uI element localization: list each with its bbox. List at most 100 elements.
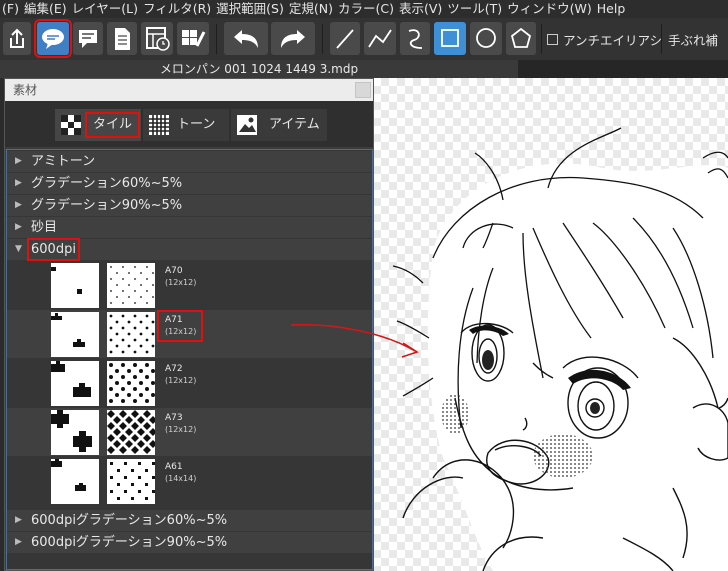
tile-pattern-preview: [107, 459, 155, 504]
tab-tone[interactable]: トーン: [143, 109, 229, 141]
speech-balloon-button[interactable]: [34, 19, 72, 58]
chat-icon: [79, 30, 97, 48]
ellipse-tool-button[interactable]: [470, 22, 502, 55]
tab-item[interactable]: アイテム: [231, 109, 327, 141]
tree-group-gradation-60[interactable]: ▶ グラデーション60%~5%: [7, 173, 372, 194]
antialias-label: アンチエイリアシ: [563, 33, 663, 48]
toolbar-separator: [661, 24, 662, 54]
tile-icon: [61, 115, 81, 135]
menu-view[interactable]: 表示(V): [397, 0, 445, 18]
panel-close-button[interactable]: [355, 82, 371, 98]
tree-group-label: 600dpiグラデーション90%~5%: [31, 535, 228, 550]
menu-tool[interactable]: ツール(T): [445, 0, 505, 18]
tile-thumbnail: [51, 263, 99, 308]
tree-group-label: 600dpi: [27, 238, 80, 261]
material-size: (12x12): [165, 327, 197, 336]
edit-grid-button[interactable]: [177, 22, 209, 55]
material-size: (12x12): [165, 376, 197, 385]
tree-group-amitone[interactable]: ▶ アミトーン: [7, 151, 372, 172]
rectangle-tool-button[interactable]: [434, 22, 466, 55]
tree-group-gradation-90[interactable]: ▶ グラデーション90%~5%: [7, 195, 372, 216]
ellipse-icon: [476, 28, 496, 48]
comment-button[interactable]: [73, 22, 103, 55]
expand-arrow-icon: ▶: [15, 200, 22, 210]
item-icon: [237, 115, 257, 135]
material-item-a61[interactable]: A61 (14x14): [7, 457, 372, 505]
expand-arrow-icon: ▶: [15, 178, 22, 188]
material-tabs: タイル トーン アイテム: [5, 101, 373, 147]
canvas[interactable]: [373, 78, 728, 571]
tile-thumbnail: [51, 312, 99, 357]
material-size: (12x12): [165, 278, 197, 287]
expand-arrow-icon: ▶: [15, 156, 22, 166]
tab-item-label: アイテム: [269, 117, 320, 132]
clip-studio-window: (F) 編集(E) レイヤー(L) フィルタ(R) 選択範囲(S) 定規(N) カラー(C)…: [0, 0, 728, 571]
tile-pattern-preview: [107, 312, 155, 357]
material-name: A72: [165, 364, 183, 374]
undo-button[interactable]: [224, 22, 268, 55]
tile-thumbnail: [51, 410, 99, 455]
layout-icon: [146, 27, 170, 51]
material-name: A71: [165, 315, 183, 325]
rectangle-icon: [441, 29, 459, 47]
expand-arrow-icon: ▶: [15, 537, 22, 547]
polyline-tool-button[interactable]: [364, 22, 396, 55]
menu-edit[interactable]: 編集(E): [22, 0, 70, 18]
menu-filter[interactable]: フィルタ(R): [141, 0, 214, 18]
tree-group-600dpi-gradation-90[interactable]: ▶ 600dpiグラデーション90%~5%: [7, 532, 372, 553]
polygon-icon: [510, 27, 532, 48]
tab-tone-label: トーン: [177, 117, 216, 132]
tree-group-label: グラデーション90%~5%: [31, 198, 183, 213]
expand-arrow-icon: ▶: [15, 515, 22, 525]
material-name: A73: [165, 413, 183, 423]
material-item-a73[interactable]: A73 (12x12): [7, 408, 372, 456]
tree-group-label: 砂目: [31, 220, 58, 235]
tile-thumbnail: [51, 361, 99, 406]
toolbar-separator: [322, 24, 323, 54]
menu-color[interactable]: カラー(C): [336, 0, 397, 18]
document-tab[interactable]: メロンパン 001 1024 1449 3.mdp: [0, 60, 518, 78]
annotation-arrow-icon: [290, 323, 419, 358]
manga-illustration: [392, 127, 728, 571]
tile-pattern-preview: [107, 263, 155, 308]
menu-file[interactable]: (F): [0, 0, 22, 18]
undo-icon: [234, 30, 258, 48]
tile-thumbnail: [51, 459, 99, 504]
menu-help[interactable]: Help: [595, 0, 629, 18]
tree-group-sunome[interactable]: ▶ 砂目: [7, 217, 372, 238]
polyline-icon: [368, 29, 392, 48]
tree-group-600dpi[interactable]: ▼ 600dpi: [7, 238, 372, 261]
redo-button[interactable]: [271, 22, 315, 55]
tab-tile[interactable]: タイル: [55, 109, 141, 141]
antialias-checkbox[interactable]: [547, 34, 558, 45]
material-item-a72[interactable]: A72 (12x12): [7, 359, 372, 407]
tree-group-600dpi-gradation-60[interactable]: ▶ 600dpiグラデーション60%~5%: [7, 510, 372, 531]
share-icon: [10, 28, 24, 48]
material-size: (12x12): [165, 425, 197, 434]
menu-selection[interactable]: 選択範囲(S): [214, 0, 287, 18]
tile-pattern-preview: [107, 361, 155, 406]
polygon-tool-button[interactable]: [506, 22, 536, 55]
command-bar: アンチエイリアシ 手ぶれ補: [0, 18, 728, 60]
edit-grid-icon: [182, 30, 206, 47]
toolbar-separator: [541, 24, 542, 54]
menu-window[interactable]: ウィンドウ(W): [505, 0, 595, 18]
speech-balloon-icon: [42, 29, 64, 49]
curve-tool-button[interactable]: [400, 22, 430, 55]
document-button[interactable]: [107, 22, 137, 55]
menu-ruler[interactable]: 定規(N): [287, 0, 336, 18]
expand-arrow-icon: ▶: [15, 222, 22, 232]
material-item-a70[interactable]: A70 (12x12): [7, 261, 372, 309]
line-icon: [336, 29, 354, 49]
line-tool-button[interactable]: [330, 22, 360, 55]
share-button[interactable]: [3, 22, 31, 55]
collapse-arrow-icon: ▼: [15, 244, 22, 254]
document-icon: [115, 28, 130, 50]
tile-pattern-preview: [107, 410, 155, 455]
redo-icon: [281, 30, 305, 48]
layout-button[interactable]: [141, 22, 173, 55]
tree-group-label: 600dpiグラデーション60%~5%: [31, 513, 228, 528]
menu-layer[interactable]: レイヤー(L): [70, 0, 141, 18]
tree-group-label: グラデーション60%~5%: [31, 176, 183, 191]
tab-tile-label: タイル: [84, 112, 141, 138]
